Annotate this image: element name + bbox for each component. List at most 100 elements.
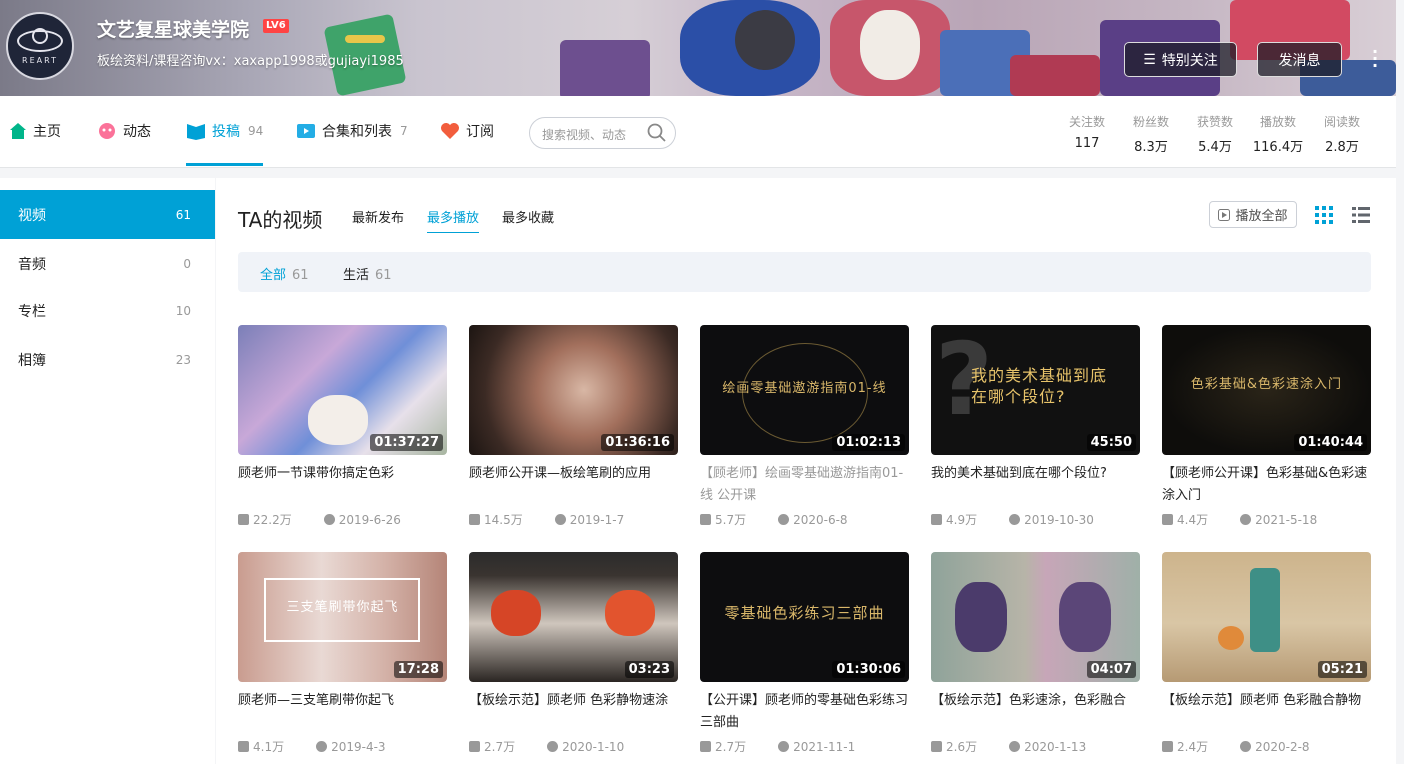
- thumbnail-caption: 我的美术基础到底在哪个段位?: [971, 366, 1108, 406]
- tab-dynamic-label: 动态: [123, 124, 151, 140]
- tab-subscriptions[interactable]: 订阅: [440, 121, 494, 141]
- tab-subscriptions-label: 订阅: [466, 124, 494, 140]
- video-title[interactable]: 【顾老师公开课】色彩基础&色彩速涂入门: [1162, 463, 1371, 507]
- video-meta: 4.1万 2019-4-3: [238, 738, 447, 755]
- play-count: 4.1万: [253, 740, 285, 754]
- play-count-icon: [931, 514, 942, 525]
- list-view-icon[interactable]: [1352, 206, 1370, 224]
- tab-collections-label: 合集和列表: [322, 124, 392, 140]
- sidebar-item-albums[interactable]: 相簿 23: [0, 335, 215, 384]
- upload-date: 2019-4-3: [331, 739, 386, 754]
- sidebar-item-label: 视频: [18, 207, 46, 224]
- stat-following[interactable]: 关注数 117: [1057, 113, 1117, 151]
- dynamic-icon: [99, 123, 115, 139]
- clock-icon: [554, 514, 566, 525]
- clock-icon: [778, 514, 790, 525]
- video-duration: 01:37:27: [370, 434, 443, 451]
- video-meta: 22.2万 2019-6-26: [238, 511, 447, 528]
- sort-most-favorited[interactable]: 最多收藏: [502, 207, 554, 226]
- avatar-planet: [32, 28, 48, 44]
- search-input[interactable]: 搜索视频、动态: [529, 117, 676, 149]
- search-icon[interactable]: [647, 123, 667, 143]
- stat-fans[interactable]: 粉丝数 8.3万: [1121, 113, 1181, 155]
- sort-most-played[interactable]: 最多播放: [427, 207, 480, 233]
- stat-reads-label: 阅读数: [1323, 115, 1360, 129]
- video-thumbnail[interactable]: ? 我的美术基础到底在哪个段位? 45:50: [931, 325, 1140, 455]
- more-options-icon[interactable]: · · ·: [1372, 44, 1378, 74]
- video-duration: 05:21: [1317, 661, 1367, 678]
- video-duration: 01:02:13: [832, 434, 905, 451]
- video-title[interactable]: 顾老师—三支笔刷带你起飞: [238, 690, 447, 712]
- tab-uploads[interactable]: 投稿 94: [186, 121, 264, 166]
- tab-dynamic[interactable]: 动态: [97, 121, 151, 141]
- sidebar-item-video[interactable]: 视频 61: [0, 190, 215, 239]
- video-title[interactable]: 【板绘示范】顾老师 色彩融合静物: [1162, 690, 1371, 712]
- upload-date: 2019-6-26: [338, 512, 401, 527]
- video-title[interactable]: 顾老师一节课带你搞定色彩: [238, 463, 447, 485]
- play-count-icon: [469, 514, 480, 525]
- sidebar-item-audio[interactable]: 音频 0: [0, 239, 215, 288]
- upload-date: 2021-5-18: [1255, 512, 1318, 527]
- channel-name[interactable]: 文艺复星球美学院: [97, 15, 249, 42]
- send-message-button[interactable]: 发消息: [1257, 42, 1342, 77]
- uploads-icon: [187, 124, 205, 140]
- video-title[interactable]: 【板绘示范】顾老师 色彩静物速涂: [469, 690, 678, 712]
- video-thumbnail[interactable]: 三支笔刷带你起飞 17:28: [238, 552, 447, 682]
- avatar[interactable]: REART: [6, 12, 74, 80]
- sort-newest[interactable]: 最新发布: [352, 207, 404, 226]
- sidebar-item-count: 10: [175, 303, 191, 318]
- clock-icon: [547, 741, 559, 752]
- send-message-label: 发消息: [1278, 52, 1321, 69]
- video-meta: 5.7万 2020-6-8: [700, 511, 909, 528]
- clock-icon: [323, 514, 335, 525]
- filter-all[interactable]: 全部 61: [260, 264, 309, 283]
- stat-plays-label: 播放数: [1259, 115, 1296, 129]
- tab-uploads-label: 投稿: [212, 124, 240, 140]
- video-thumbnail[interactable]: 01:36:16: [469, 325, 678, 455]
- video-meta: 2.4万 2020-2-8: [1162, 738, 1371, 755]
- play-count-icon: [931, 741, 942, 752]
- video-duration: 01:30:06: [832, 661, 905, 678]
- video-thumbnail[interactable]: 绘画零基础遨游指南01-线 01:02:13: [700, 325, 909, 455]
- upload-date: 2020-1-10: [562, 739, 625, 754]
- special-follow-button[interactable]: ☰ 特别关注: [1124, 42, 1237, 77]
- video-title[interactable]: 【板绘示范】色彩速涂，色彩融合: [931, 690, 1140, 712]
- video-title[interactable]: 【顾老师】绘画零基础遨游指南01-线 公开课: [700, 463, 909, 507]
- upload-date: 2019-10-30: [1024, 512, 1094, 527]
- video-duration: 45:50: [1086, 434, 1136, 451]
- video-thumbnail[interactable]: 零基础色彩练习三部曲 01:30:06: [700, 552, 909, 682]
- thumbnail-caption: 色彩基础&色彩速涂入门: [1190, 377, 1343, 392]
- play-all-button[interactable]: 播放全部: [1209, 201, 1297, 228]
- stat-plays: 播放数 116.4万: [1248, 113, 1308, 155]
- special-follow-label: 特别关注: [1161, 52, 1218, 69]
- play-count: 22.2万: [253, 513, 292, 527]
- video-title[interactable]: 顾老师公开课—板绘笔刷的应用: [469, 463, 678, 485]
- sidebar-item-count: 61: [175, 207, 191, 222]
- filter-label: 生活: [343, 268, 370, 283]
- grid-view-icon[interactable]: [1315, 206, 1333, 224]
- stat-reads: 阅读数 2.8万: [1312, 113, 1372, 155]
- video-title[interactable]: 我的美术基础到底在哪个段位?: [931, 463, 1140, 485]
- video-thumbnail[interactable]: 01:37:27: [238, 325, 447, 455]
- filter-life[interactable]: 生活 61: [343, 264, 392, 283]
- sidebar-item-articles[interactable]: 专栏 10: [0, 286, 215, 335]
- thumbnail-caption: 三支笔刷带你起飞: [286, 600, 399, 615]
- video-thumbnail[interactable]: 04:07: [931, 552, 1140, 682]
- play-count: 2.4万: [1177, 740, 1209, 754]
- video-meta: 4.4万 2021-5-18: [1162, 511, 1371, 528]
- collections-icon: [297, 124, 315, 138]
- sidebar-item-label: 音频: [18, 256, 46, 273]
- video-thumbnail[interactable]: 色彩基础&色彩速涂入门 01:40:44: [1162, 325, 1371, 455]
- tab-collections[interactable]: 合集和列表 7: [296, 121, 408, 141]
- tab-home[interactable]: 主页: [9, 121, 61, 141]
- tab-uploads-count: 94: [248, 124, 264, 138]
- video-thumbnail[interactable]: 03:23: [469, 552, 678, 682]
- video-thumbnail[interactable]: 05:21: [1162, 552, 1371, 682]
- channel-signature: 板绘资料/课程咨询vx：xaxapp1998或gujiayi1985: [97, 54, 404, 69]
- stat-plays-value: 116.4万: [1252, 140, 1304, 155]
- thumbnail-caption: 零基础色彩练习三部曲: [724, 604, 885, 622]
- thumbnail-caption: 绘画零基础遨游指南01-线: [722, 381, 887, 396]
- sidebar-item-count: 0: [183, 256, 191, 271]
- play-count: 2.7万: [715, 740, 747, 754]
- video-title[interactable]: 【公开课】顾老师的零基础色彩练习三部曲: [700, 690, 909, 734]
